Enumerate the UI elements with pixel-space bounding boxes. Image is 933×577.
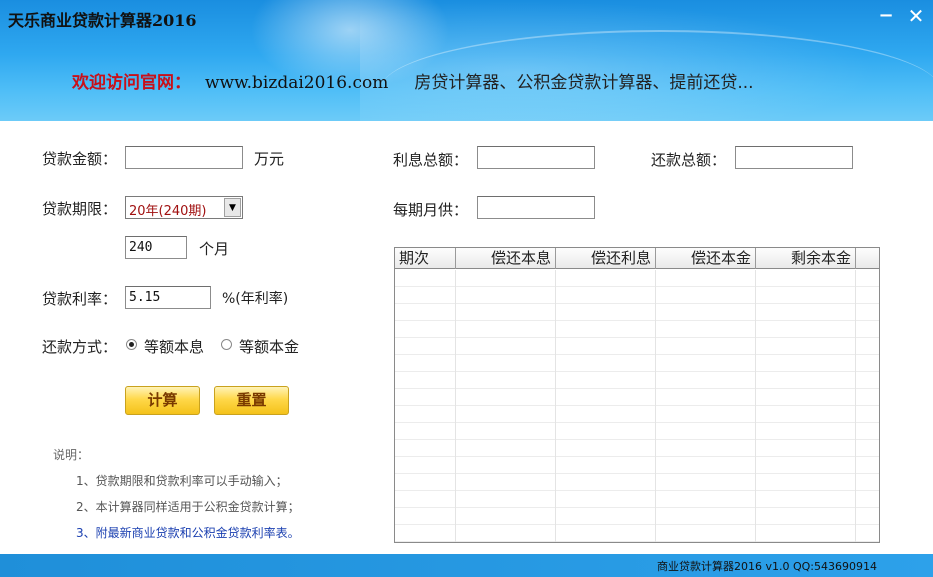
minimize-button[interactable]: − [875,5,897,27]
note-item: 2、本计算器同样适用于公积金贷款计算； [76,500,300,514]
column-header-remaining[interactable]: 剩余本金 [756,248,856,269]
radio-equal-installment-label[interactable]: 等额本息 [144,336,204,357]
loan-rate-label: 贷款利率： [42,290,118,308]
column-header-period[interactable]: 期次 [395,248,456,269]
loan-term-select[interactable]: 20年(240期) ▼ [125,196,243,219]
header-banner: 天乐商业贷款计算器2016 − ✕ 欢迎访问官网： www.bizdai2016.… [0,0,933,121]
reset-button[interactable]: 重置 [214,386,289,415]
rate-table-link[interactable]: 3、附最新商业贷款和公积金贷款利率表。 [76,524,300,541]
column-header-interest[interactable]: 偿还利息 [556,248,656,269]
column-header-payment[interactable]: 偿还本息 [456,248,556,269]
loan-amount-label: 贷款金额： [42,150,118,168]
loan-amount-unit: 万元 [254,150,285,168]
note-item: 1、贷款期限和贷款利率可以手动输入； [76,474,288,488]
website-link[interactable]: www.bizdai2016.com [205,73,388,93]
welcome-line: 欢迎访问官网： www.bizdai2016.com 房贷计算器、公积金贷款计算器、… [72,68,754,93]
column-header-principal[interactable]: 偿还本金 [656,248,756,269]
status-bar: 商业贷款计算器2016 v1.0 QQ:543690914 [0,554,933,577]
notes-heading: 说明： [53,448,90,462]
table-body [395,270,879,542]
monthly-payment-label: 每期月供： [393,201,469,219]
repay-total-field[interactable] [735,146,853,169]
radio-equal-installment[interactable] [126,339,137,350]
repay-total-label: 还款总额： [651,151,727,169]
radio-equal-principal-label[interactable]: 等额本金 [239,336,299,357]
welcome-label: 欢迎访问官网： [72,73,191,93]
interest-total-field[interactable] [477,146,595,169]
loan-months-unit: 个月 [199,240,230,258]
loan-rate-unit: %(年利率) [222,291,289,307]
loan-rate-input[interactable] [125,286,211,309]
related-links[interactable]: 房贷计算器、公积金贷款计算器、提前还贷... [414,73,753,93]
chevron-down-icon[interactable]: ▼ [224,198,241,217]
monthly-payment-field[interactable] [477,196,595,219]
loan-amount-input[interactable] [125,146,243,169]
calculate-button[interactable]: 计算 [125,386,200,415]
status-text: 商业贷款计算器2016 v1.0 QQ:543690914 [657,560,877,573]
radio-equal-principal[interactable] [221,339,232,350]
repay-method-label: 还款方式： [42,338,118,356]
repayment-schedule-table[interactable]: 期次 偿还本息 偿还利息 偿还本金 剩余本金 [394,247,880,543]
window-title: 天乐商业贷款计算器2016 [8,11,197,30]
loan-months-input[interactable] [125,236,187,259]
close-button[interactable]: ✕ [905,5,927,27]
loan-term-selected: 20年(240期) [129,204,207,219]
loan-term-label: 贷款期限： [42,200,118,218]
interest-total-label: 利息总额： [393,151,469,169]
table-header: 期次 偿还本息 偿还利息 偿还本金 剩余本金 [395,248,879,269]
